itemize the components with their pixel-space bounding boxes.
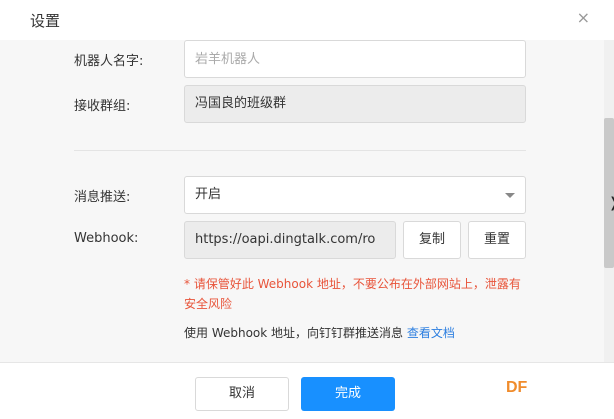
dialog-body: 机器人名字: 接收群组: 冯国良的班级群 消息推送: 开启 Webhook: h… bbox=[0, 40, 604, 362]
close-icon[interactable]: × bbox=[577, 9, 590, 27]
docs-link[interactable]: 查看文档 bbox=[407, 326, 455, 340]
scrollbar-thumb[interactable] bbox=[604, 118, 614, 268]
push-select[interactable]: 开启 bbox=[184, 176, 526, 214]
copy-button[interactable]: 复制 bbox=[403, 221, 461, 259]
group-field: 冯国良的班级群 bbox=[184, 85, 526, 123]
security-warning: * 请保管好此 Webhook 地址，不要公布在外部网站上，泄露有安全风险 bbox=[184, 277, 521, 311]
reset-button[interactable]: 重置 bbox=[468, 221, 526, 259]
watermark-logo: DF bbox=[506, 379, 528, 396]
confirm-button[interactable]: 完成 bbox=[301, 377, 395, 411]
dialog-footer: 取消 完成 DF bbox=[0, 362, 614, 419]
dialog-title: 设置 bbox=[30, 12, 61, 30]
section-divider bbox=[74, 150, 526, 151]
push-select-value: 开启 bbox=[195, 187, 222, 202]
usage-text: 使用 Webhook 地址，向钉钉群推送消息 bbox=[184, 326, 404, 340]
webhook-label: Webhook: bbox=[74, 231, 139, 246]
push-label: 消息推送: bbox=[74, 190, 131, 205]
robot-name-label: 机器人名字: bbox=[74, 54, 144, 69]
dialog-header: 设置 × bbox=[0, 0, 614, 41]
cancel-button[interactable]: 取消 bbox=[195, 377, 289, 411]
robot-name-input[interactable] bbox=[184, 40, 526, 78]
group-label: 接收群组: bbox=[74, 99, 131, 114]
webhook-field[interactable]: https://oapi.dingtalk.com/ro bbox=[184, 221, 396, 259]
usage-hint: 使用 Webhook 地址，向钉钉群推送消息 查看文档 bbox=[184, 324, 455, 341]
chevron-down-icon bbox=[505, 193, 515, 198]
text-cursor-icon: ❭ bbox=[608, 196, 614, 210]
